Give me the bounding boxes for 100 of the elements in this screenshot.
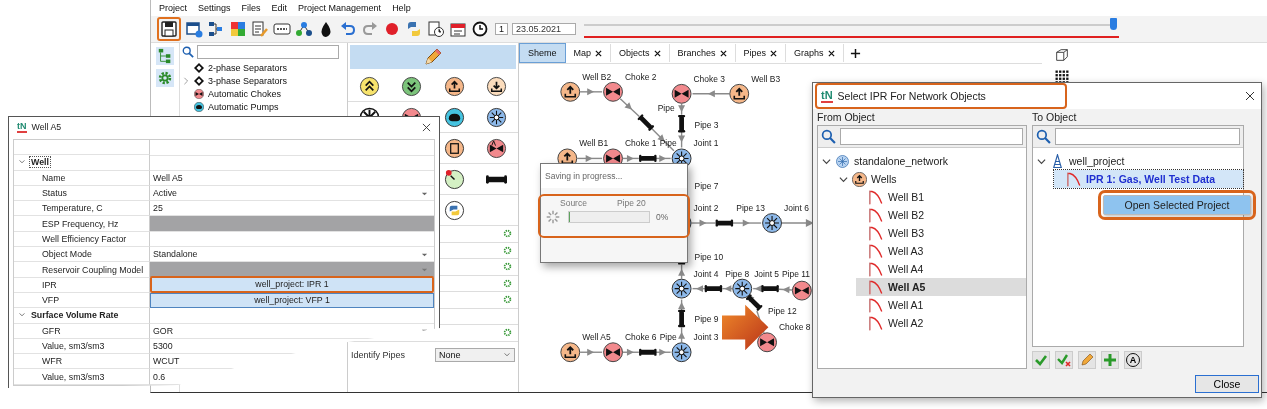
tree-item[interactable]: Well A1: [856, 296, 1026, 314]
search-field[interactable]: [197, 45, 339, 59]
tree-item[interactable]: Well B3: [856, 224, 1026, 242]
joint-node[interactable]: [671, 278, 692, 299]
choke-node[interactable]: [603, 81, 623, 102]
date-dropdown[interactable]: 23.05.2021: [512, 23, 577, 35]
redo-icon[interactable]: [361, 20, 379, 38]
menu-item[interactable]: Project: [159, 3, 187, 13]
tree-item[interactable]: Automatic Chokes: [208, 88, 282, 99]
gear-icon[interactable]: [503, 328, 512, 338]
reference-button[interactable]: well_project: IPR 1: [150, 276, 434, 294]
tree-item[interactable]: IPR 1: Gas, Well Test Data: [1054, 170, 1243, 188]
tree-item[interactable]: Well A5: [856, 278, 1026, 296]
pipe-segment[interactable]: [704, 285, 723, 293]
close-icon[interactable]: [595, 49, 603, 57]
menu-item[interactable]: Files: [241, 3, 261, 13]
tree-item[interactable]: Automatic Pumps: [208, 101, 279, 112]
close-icon[interactable]: [422, 122, 431, 132]
clock-document-icon[interactable]: [427, 20, 445, 38]
record-icon[interactable]: [383, 20, 401, 38]
tab[interactable]: Branches: [669, 44, 736, 62]
chevron-icon[interactable]: [839, 174, 848, 184]
tree-item[interactable]: Well B1: [856, 188, 1026, 206]
property-dropdown[interactable]: Active: [150, 188, 434, 199]
pipe-segment[interactable]: [761, 285, 779, 293]
slider-thumb[interactable]: [1110, 18, 1118, 30]
tag-icon[interactable]: [273, 20, 291, 38]
two-tone-logo-icon[interactable]: [443, 199, 465, 221]
gear-icon[interactable]: [156, 69, 174, 87]
chevron-icon[interactable]: [822, 156, 831, 166]
close-icon[interactable]: [653, 49, 661, 57]
tab[interactable]: Sheme: [519, 43, 566, 63]
pipe-segment[interactable]: [639, 154, 657, 162]
property-value[interactable]: Well A5: [150, 172, 434, 183]
tab[interactable]: Objects: [611, 44, 670, 62]
auto-button[interactable]: A: [1124, 351, 1142, 369]
download-circle-icon[interactable]: [486, 75, 508, 97]
menu-item[interactable]: Project Management: [298, 3, 382, 13]
tree-icon[interactable]: [156, 47, 174, 65]
pipe-segment[interactable]: [715, 219, 734, 227]
lettered-valve-icon[interactable]: [486, 137, 508, 159]
pencil-button[interactable]: [1078, 351, 1096, 369]
well-node[interactable]: [560, 81, 581, 102]
step-spinbox[interactable]: 1: [495, 23, 508, 35]
search-icon[interactable]: [821, 129, 836, 144]
menu-item[interactable]: Help: [392, 3, 411, 13]
tab[interactable]: Pipes: [735, 44, 787, 62]
document-pencil-icon[interactable]: [251, 20, 269, 38]
double-up-circle-icon[interactable]: [358, 75, 380, 97]
property-value[interactable]: 5300: [150, 341, 434, 351]
joint-node[interactable]: [671, 342, 692, 363]
choke-node[interactable]: [671, 83, 692, 104]
well-node[interactable]: [729, 83, 750, 104]
close-icon[interactable]: [1245, 91, 1255, 101]
tab[interactable]: Map: [565, 44, 612, 62]
tree-item[interactable]: 3-phase Separators: [208, 75, 288, 86]
search-field[interactable]: [840, 128, 1023, 145]
search-field[interactable]: [1055, 128, 1240, 145]
joint-node[interactable]: [732, 278, 753, 299]
check-button[interactable]: [1032, 351, 1050, 369]
pipe-segment[interactable]: [678, 309, 686, 328]
tree-item[interactable]: well_project: [1037, 152, 1243, 170]
double-down-circle-icon[interactable]: [401, 75, 423, 97]
tree-item[interactable]: Well A2: [856, 314, 1026, 332]
tree-item[interactable]: 2-phase Separators: [208, 62, 288, 73]
two-tone-logo-icon[interactable]: [405, 20, 423, 38]
property-value[interactable]: 0.6: [150, 371, 434, 382]
property-value[interactable]: 25: [150, 203, 434, 214]
close-icon[interactable]: [770, 49, 778, 57]
document-circle-icon[interactable]: [443, 137, 465, 159]
section-title[interactable]: Well: [29, 156, 51, 169]
property-dropdown[interactable]: Standalone: [150, 249, 434, 260]
window-plus-icon[interactable]: [185, 20, 203, 38]
close-icon[interactable]: [719, 49, 727, 57]
identify-pipes-dropdown[interactable]: None: [435, 347, 515, 362]
tree-item[interactable]: Well B2: [856, 206, 1026, 224]
search-icon[interactable]: [182, 46, 194, 58]
pump-circle-icon[interactable]: [443, 106, 465, 128]
joint-node[interactable]: [762, 213, 782, 233]
property-dropdown[interactable]: GOR: [150, 325, 434, 336]
snowflake-circle-icon[interactable]: [486, 106, 508, 128]
pipe-segment[interactable]: [639, 348, 657, 356]
close-icon[interactable]: [827, 49, 835, 57]
undo-icon[interactable]: [339, 20, 357, 38]
chevron-icon[interactable]: [1037, 156, 1046, 166]
tree-item[interactable]: Wells: [839, 170, 1026, 188]
tab[interactable]: Graphs: [786, 44, 844, 62]
tree-item[interactable]: Well A4: [856, 260, 1026, 278]
choke-node[interactable]: [791, 280, 812, 301]
molecule-icon[interactable]: [295, 20, 313, 38]
timeline-slider[interactable]: [584, 18, 1120, 40]
tree-columns-icon[interactable]: [207, 20, 225, 38]
tree-item[interactable]: standalone_network: [822, 152, 1026, 170]
gauge-icon[interactable]: [443, 168, 465, 190]
pipe-segment[interactable]: [678, 114, 686, 133]
upload-circle-icon[interactable]: [443, 75, 465, 97]
choke-node[interactable]: [757, 332, 777, 353]
check-cross-button[interactable]: [1055, 351, 1073, 369]
clock-icon[interactable]: [471, 20, 489, 38]
menu-item[interactable]: Edit: [271, 3, 288, 13]
